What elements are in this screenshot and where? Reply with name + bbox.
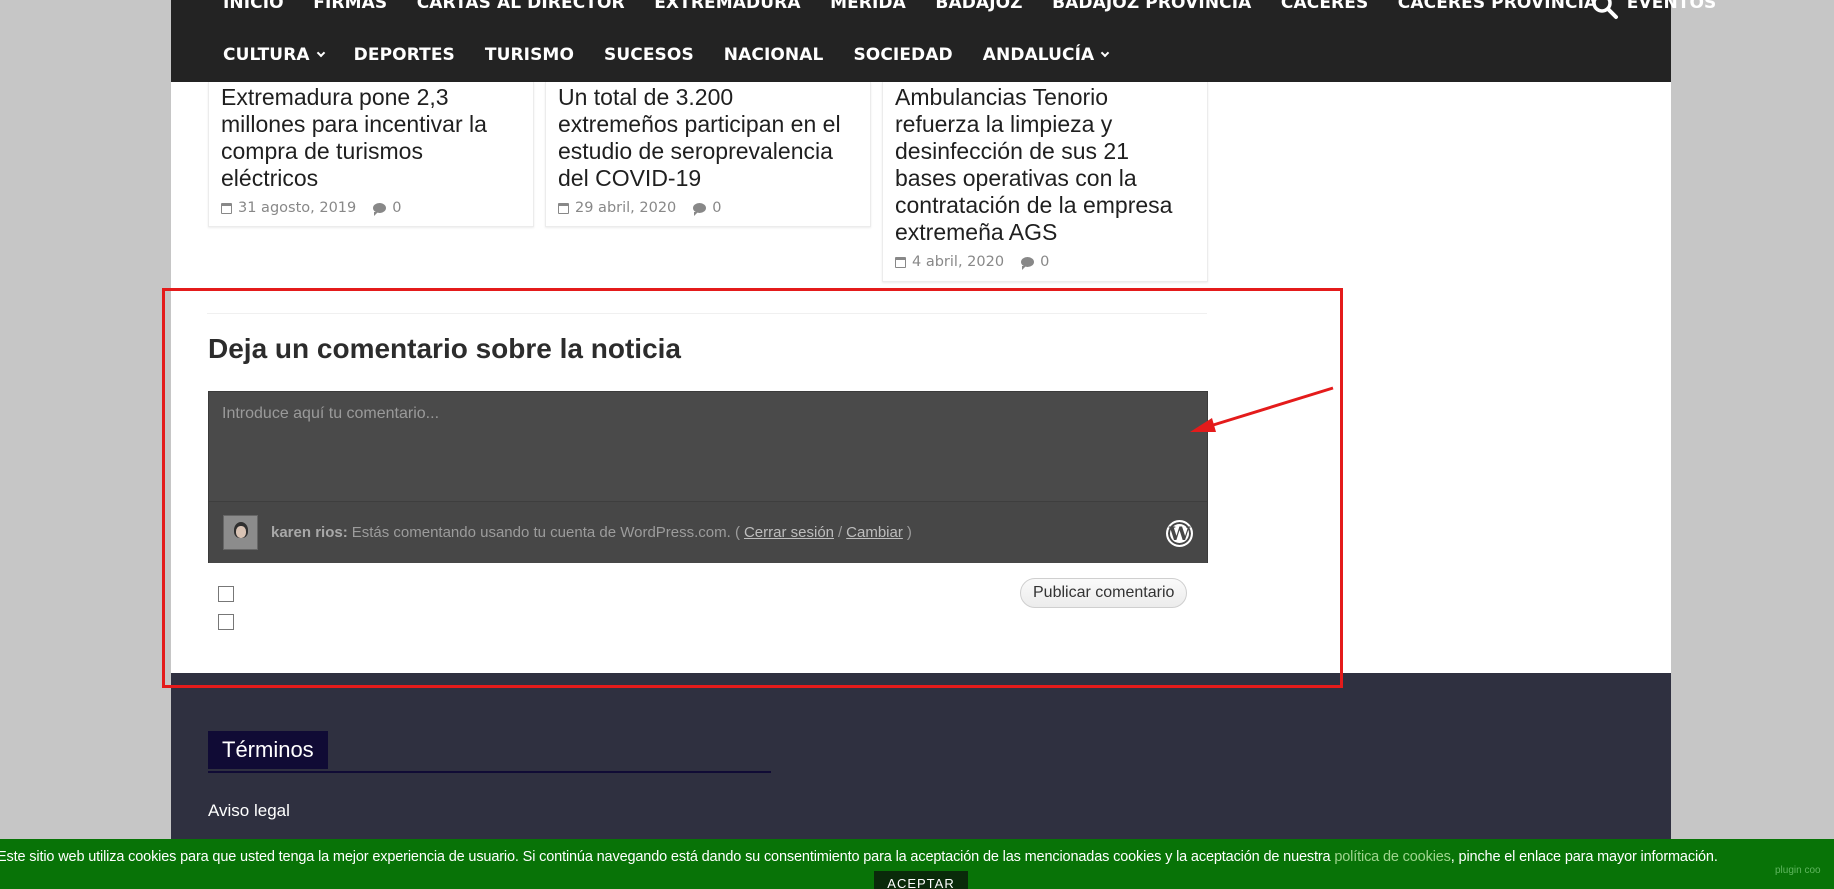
- post-date[interactable]: 4 abril, 2020: [912, 254, 1004, 270]
- nav-item-andalucia[interactable]: ANDALUCÍA: [982, 43, 1110, 67]
- cookie-text-after: , pinche el enlace para mayor informació…: [1450, 849, 1718, 865]
- comment-input[interactable]: [209, 392, 1207, 502]
- nav-row-secondary: CULTURA DEPORTES TURISMO SUCESOS NACIONA…: [223, 43, 1138, 67]
- cookie-notice: Este sitio web utiliza cookies para que …: [0, 849, 1777, 865]
- cookie-banner: Este sitio web utiliza cookies para que …: [0, 839, 1834, 889]
- related-post-card[interactable]: Extremadura pone 2,3 millones para incen…: [208, 82, 534, 227]
- post-date[interactable]: 29 abril, 2020: [575, 200, 676, 216]
- related-post-meta: 31 agosto, 2019 0: [209, 192, 533, 216]
- nav-item-label: ANDALUCÍA: [982, 45, 1095, 65]
- accept-cookies-button[interactable]: ACEPTAR: [874, 871, 968, 889]
- nav-item-label: SUCESOS: [604, 45, 694, 65]
- comment-heading: Deja un comentario sobre la noticia: [208, 333, 682, 364]
- nav-item-firmas[interactable]: FIRMAS: [313, 0, 387, 15]
- nav-item-sociedad[interactable]: SOCIEDAD: [853, 43, 952, 67]
- related-post-card[interactable]: Un total de 3.200 extremeños participan …: [545, 82, 871, 227]
- comment-count[interactable]: 0: [1040, 254, 1049, 270]
- logout-link[interactable]: Cerrar sesión: [744, 524, 834, 541]
- comment-icon: [693, 203, 707, 216]
- subscribe-posts-checkbox[interactable]: [218, 614, 234, 630]
- nav-item-turismo[interactable]: TURISMO: [485, 43, 574, 67]
- nav-item-extremadura[interactable]: EXTREMADURA: [654, 0, 800, 15]
- related-post-meta: 29 abril, 2020 0: [546, 192, 870, 216]
- link-separator: /: [838, 524, 843, 541]
- identity-text: Estás comentando usando tu cuenta de Wor…: [351, 524, 740, 541]
- cookie-policy-link[interactable]: política de cookies: [1334, 849, 1451, 865]
- comment-icon: [1021, 257, 1035, 270]
- nav-item-badajoz[interactable]: BADAJOZ: [935, 0, 1022, 15]
- close-paren: ): [906, 524, 912, 541]
- nav-item-label: DEPORTES: [353, 45, 455, 65]
- nav-item-badajoz-provincia[interactable]: BADAJOZ PROVINCIA: [1052, 0, 1251, 15]
- subscribe-comments-checkbox[interactable]: [218, 586, 234, 602]
- nav-item-caceres[interactable]: CÁCERES: [1281, 0, 1368, 15]
- related-post-meta: 4 abril, 2020 0: [883, 246, 1207, 270]
- related-post-title[interactable]: Extremadura pone 2,3 millones para incen…: [209, 84, 533, 192]
- nav-row-primary: INICIO FIRMAS CARTAS AL DIRECTOR EXTREMA…: [223, 0, 1746, 15]
- calendar-icon: [558, 202, 569, 214]
- comment-count[interactable]: 0: [712, 200, 721, 216]
- nav-item-label: NACIONAL: [723, 45, 824, 65]
- nav-item-nacional[interactable]: NACIONAL: [724, 43, 824, 67]
- footer-terms-title: Términos: [208, 731, 328, 769]
- section-divider: [207, 313, 1207, 314]
- search-icon[interactable]: [1591, 0, 1619, 20]
- nav-item-cartas[interactable]: CARTAS AL DIRECTOR: [417, 0, 625, 15]
- nav-item-cultura[interactable]: CULTURA: [223, 43, 325, 67]
- chevron-down-icon: [316, 48, 325, 58]
- nav-item-sucesos[interactable]: SUCESOS: [604, 43, 694, 67]
- main-navigation: INICIO FIRMAS CARTAS AL DIRECTOR EXTREMA…: [171, 0, 1716, 82]
- related-post-title[interactable]: Ambulancias Tenorio refuerza la limpieza…: [883, 84, 1207, 246]
- user-name: karen rios:: [271, 524, 348, 541]
- related-post-card[interactable]: Ambulancias Tenorio refuerza la limpieza…: [882, 82, 1208, 282]
- aviso-legal-link[interactable]: Aviso legal: [208, 801, 290, 821]
- nav-item-deportes[interactable]: DEPORTES: [354, 43, 455, 67]
- related-post-title[interactable]: Un total de 3.200 extremeños participan …: [546, 84, 870, 192]
- chevron-down-icon: [1101, 48, 1110, 58]
- footer-title-underline: [208, 771, 771, 773]
- post-date[interactable]: 31 agosto, 2019: [238, 200, 356, 216]
- wordpress-icon: W: [1166, 520, 1193, 547]
- nav-item-inicio[interactable]: INICIO: [223, 0, 284, 15]
- calendar-icon: [895, 256, 906, 268]
- comment-identity-bar: karen rios: Estás comentando usando tu c…: [209, 502, 1207, 563]
- nav-item-label: CULTURA: [223, 45, 310, 65]
- nav-item-label: TURISMO: [484, 45, 575, 65]
- nav-item-label: SOCIEDAD: [853, 45, 953, 65]
- cookie-text-before: Este sitio web utiliza cookies para que …: [0, 849, 1335, 865]
- comment-count[interactable]: 0: [392, 200, 401, 216]
- publish-comment-button[interactable]: Publicar comentario: [1020, 578, 1188, 608]
- comment-icon: [373, 203, 387, 216]
- comment-form: karen rios: Estás comentando usando tu c…: [208, 391, 1208, 563]
- change-account-link[interactable]: Cambiar: [846, 524, 903, 541]
- page-content: INICIO FIRMAS CARTAS AL DIRECTOR EXTREMA…: [171, 0, 1716, 889]
- nav-item-merida[interactable]: MÉRIDA: [830, 0, 906, 15]
- nav-item-caceres-provincia[interactable]: CÁCERES PROVINCIA: [1398, 0, 1598, 15]
- calendar-icon: [221, 202, 232, 214]
- avatar: [223, 515, 258, 550]
- plugin-credit: plugin coo: [1775, 865, 1821, 876]
- nav-item-eventos[interactable]: EVENTOS: [1627, 0, 1717, 15]
